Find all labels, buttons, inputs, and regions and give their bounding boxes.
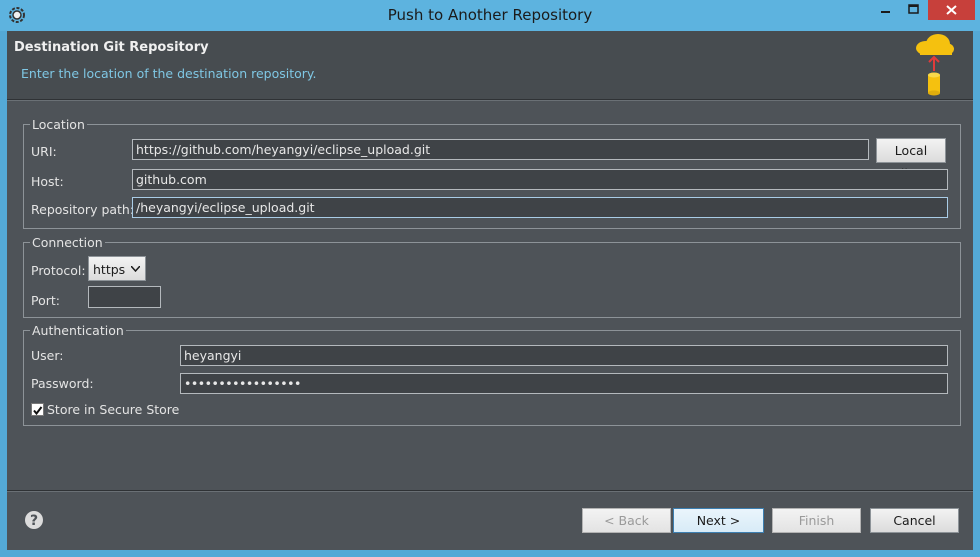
authentication-legend: Authentication [30, 323, 126, 338]
svg-text:?: ? [30, 513, 38, 529]
repository-path-input[interactable]: /heyangyi/eclipse_upload.git [132, 197, 948, 218]
minimize-icon [881, 11, 890, 13]
authentication-group: Authentication User: heyangyi Password: … [23, 323, 961, 426]
window-title: Push to Another Repository [387, 6, 593, 24]
minimize-button[interactable] [872, 0, 899, 20]
maximize-icon [908, 4, 919, 14]
page-title: Destination Git Repository [14, 40, 209, 55]
push-to-cloud-icon [916, 34, 954, 96]
protocol-label: Protocol: [31, 263, 86, 278]
store-secure-checkbox[interactable] [31, 403, 44, 416]
close-button[interactable] [928, 0, 975, 20]
password-input[interactable]: ••••••••••••••••• [180, 373, 948, 394]
cancel-button[interactable]: Cancel [870, 508, 959, 533]
next-button[interactable]: Next > [673, 508, 764, 533]
protocol-value: https [93, 262, 126, 277]
dialog-body: Destination Git Repository Enter the loc… [7, 31, 973, 550]
uri-label: URI: [31, 144, 57, 159]
header-separator [7, 99, 973, 101]
finish-button[interactable]: Finish [772, 508, 861, 533]
user-input[interactable]: heyangyi [180, 345, 948, 366]
footer-separator [7, 490, 973, 492]
password-label: Password: [31, 376, 94, 391]
close-icon [946, 5, 957, 15]
host-label: Host: [31, 174, 64, 189]
help-icon[interactable]: ? [24, 510, 44, 530]
location-legend: Location [30, 117, 87, 132]
host-input[interactable]: github.com [132, 169, 948, 190]
maximize-button[interactable] [900, 0, 927, 20]
store-secure-label: Store in Secure Store [47, 402, 180, 417]
connection-legend: Connection [30, 235, 105, 250]
title-bar: Push to Another Repository [0, 0, 980, 31]
uri-input[interactable]: https://github.com/heyangyi/eclipse_uplo… [132, 139, 869, 160]
chevron-down-icon [131, 266, 140, 272]
location-group: Location URI: https://github.com/heyangy… [23, 117, 961, 229]
port-input[interactable] [88, 286, 161, 308]
back-button[interactable]: < Back [582, 508, 671, 533]
user-label: User: [31, 348, 64, 363]
protocol-select[interactable]: https [88, 256, 146, 281]
repository-path-label: Repository path: [31, 202, 135, 217]
connection-group: Connection Protocol: https Port: [23, 235, 961, 318]
page-subtitle: Enter the location of the destination re… [21, 66, 317, 81]
wizard-header: Destination Git Repository Enter the loc… [7, 31, 973, 99]
checkmark-icon [33, 406, 43, 416]
local-file-button[interactable]: Local File... [876, 138, 946, 181]
port-label: Port: [31, 293, 60, 308]
